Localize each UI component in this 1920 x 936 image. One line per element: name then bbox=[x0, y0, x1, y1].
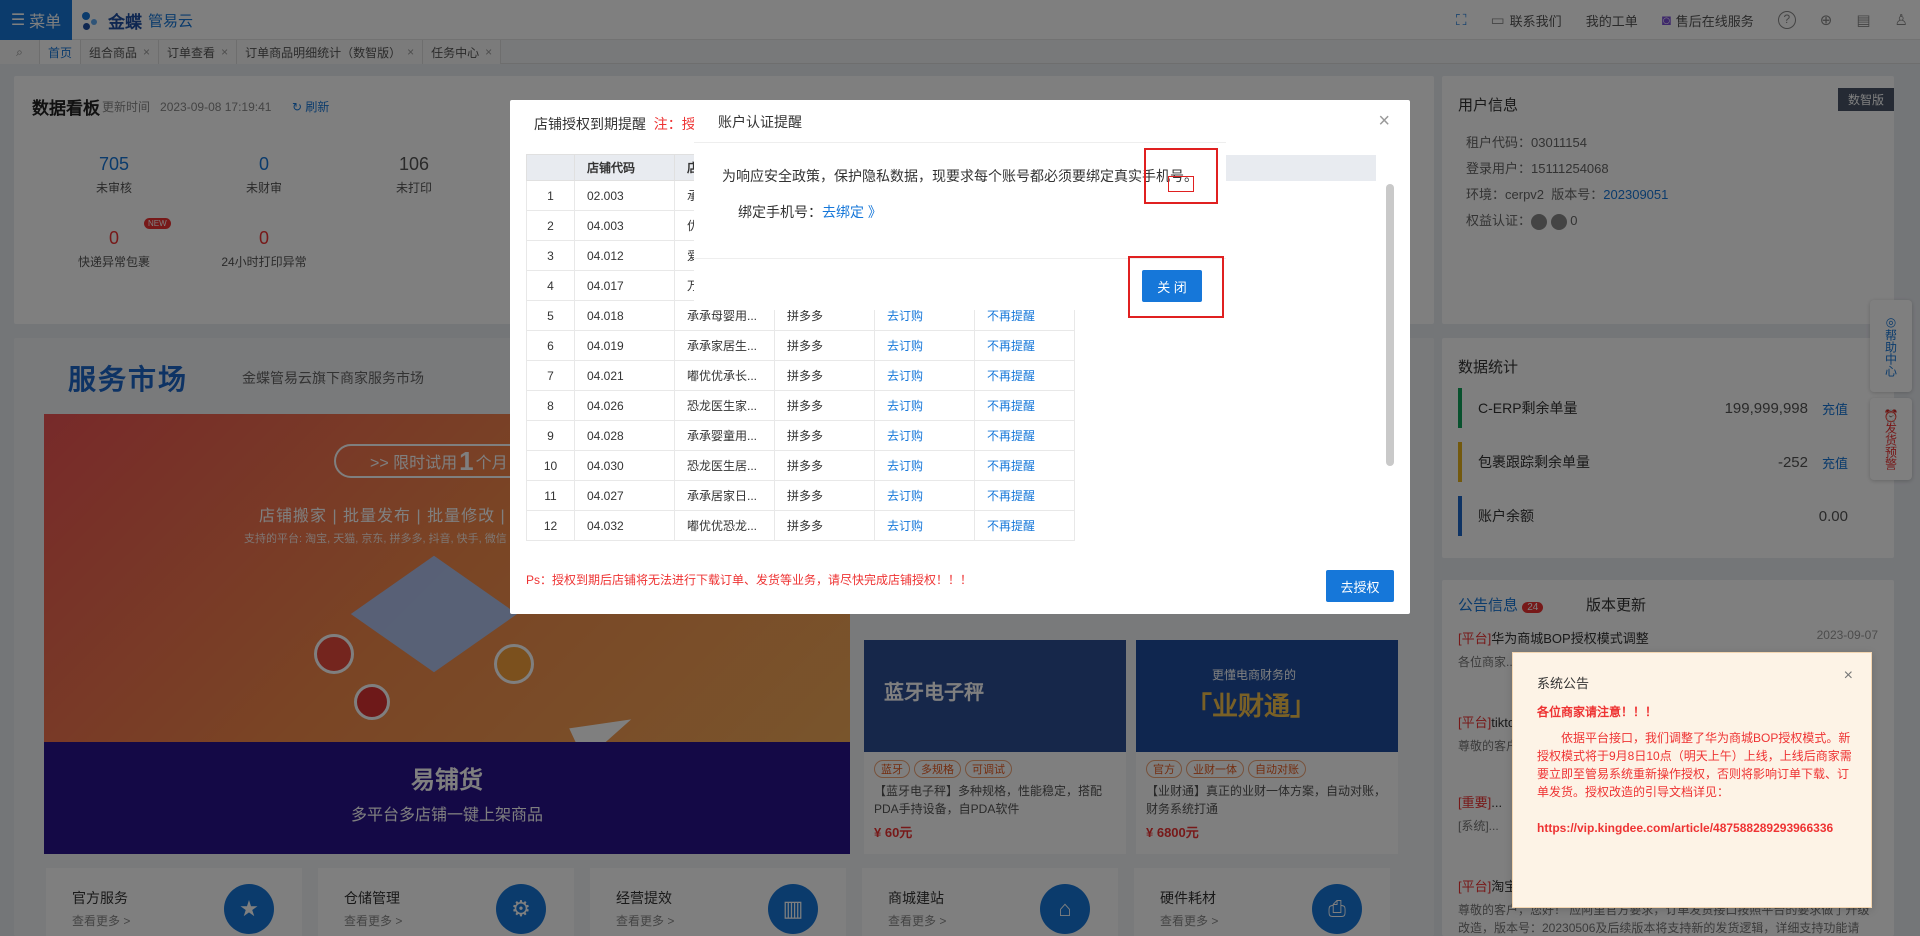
table-cell-action[interactable]: 去订购 bbox=[874, 450, 975, 481]
table-cell-name: 承承居家日... bbox=[674, 480, 775, 511]
annotation-box bbox=[1168, 176, 1194, 192]
system-notice-title: 系统公告 bbox=[1537, 676, 1590, 691]
table-cell-idx: 2 bbox=[526, 210, 575, 241]
table-row: 8 04.026 恐龙医生家... 拼多多 去订购 不再提醒 bbox=[526, 390, 1376, 421]
table-row: 7 04.021 嘟优优承长... 拼多多 去订购 不再提醒 bbox=[526, 360, 1376, 391]
table-cell-name: 承承家居生... bbox=[674, 330, 775, 361]
table-cell-skip[interactable]: 不再提醒 bbox=[974, 390, 1075, 421]
table-cell-platform: 拼多多 bbox=[774, 510, 875, 541]
table-row: 12 04.032 嘟优优恐龙... 拼多多 去订购 不再提醒 bbox=[526, 510, 1376, 541]
table-cell-code: 04.019 bbox=[574, 330, 675, 361]
system-notice-link[interactable]: https://vip.kingdee.com/article/48758828… bbox=[1537, 821, 1833, 835]
annotation-box bbox=[1128, 256, 1224, 318]
table-cell-platform: 拼多多 bbox=[774, 480, 875, 511]
table-cell-idx: 8 bbox=[526, 390, 575, 421]
table-cell-skip[interactable]: 不再提醒 bbox=[974, 330, 1075, 361]
table-cell-platform: 拼多多 bbox=[774, 450, 875, 481]
table-cell-idx: 11 bbox=[526, 480, 575, 511]
table-cell-skip[interactable]: 不再提醒 bbox=[974, 450, 1075, 481]
table-cell-idx: 6 bbox=[526, 330, 575, 361]
table-cell-action[interactable]: 去订购 bbox=[874, 510, 975, 541]
table-cell-action[interactable]: 去订购 bbox=[874, 420, 975, 451]
go-authorize-button[interactable]: 去授权 bbox=[1326, 570, 1394, 602]
close-icon[interactable]: × bbox=[1378, 110, 1390, 133]
table-cell-code: 04.017 bbox=[574, 270, 675, 301]
table-cell-name: 恐龙医生居... bbox=[674, 450, 775, 481]
bind-phone-row: 绑定手机号：去绑定 》 bbox=[738, 204, 882, 220]
system-notice-popup: 系统公告 × 各位商家请注意！！！ 依据平台接口，我们调整了华为商城BOP授权模… bbox=[1512, 652, 1872, 908]
table-cell-idx: 7 bbox=[526, 360, 575, 391]
table-row: 11 04.027 承承居家日... 拼多多 去订购 不再提醒 bbox=[526, 480, 1376, 511]
table-cell-platform: 拼多多 bbox=[774, 360, 875, 391]
table-cell-idx: 1 bbox=[526, 180, 575, 211]
table-cell-code: 04.003 bbox=[574, 210, 675, 241]
table-cell-code: 04.028 bbox=[574, 420, 675, 451]
table-cell-skip[interactable]: 不再提醒 bbox=[974, 360, 1075, 391]
table-cell-platform: 拼多多 bbox=[774, 330, 875, 361]
table-cell-idx: 12 bbox=[526, 510, 575, 541]
system-notice-subtitle: 各位商家请注意！！！ bbox=[1537, 705, 1658, 719]
dialog-title: 店铺授权到期提醒 注：授... bbox=[534, 116, 708, 132]
table-cell-name: 恐龙医生家... bbox=[674, 390, 775, 421]
bind-phone-link[interactable]: 去绑定 》 bbox=[822, 204, 882, 220]
table-cell-idx: 5 bbox=[526, 300, 575, 331]
table-row: 9 04.028 承承婴童用... 拼多多 去订购 不再提醒 bbox=[526, 420, 1376, 451]
table-cell-code: 02.003 bbox=[574, 180, 675, 211]
table-row: 10 04.030 恐龙医生居... 拼多多 去订购 不再提醒 bbox=[526, 450, 1376, 481]
table-cell-idx: 10 bbox=[526, 450, 575, 481]
table-cell-action[interactable]: 去订购 bbox=[874, 330, 975, 361]
dialog-title: 账户认证提醒 bbox=[718, 114, 802, 130]
auth-message: 为响应安全政策，保护隐私数据，现要求每个账号都必须要绑定真实手机号。 bbox=[722, 168, 1198, 184]
close-icon[interactable]: × bbox=[1844, 667, 1853, 685]
table-cell-skip[interactable]: 不再提醒 bbox=[974, 420, 1075, 451]
table-cell-idx: 9 bbox=[526, 420, 575, 451]
table-cell-skip[interactable]: 不再提醒 bbox=[974, 480, 1075, 511]
dialog-footer-note: Ps：授权到期后店铺将无法进行下载订单、发货等业务，请尽快完成店铺授权！！！ bbox=[526, 573, 973, 587]
table-cell-code: 04.027 bbox=[574, 480, 675, 511]
table-cell-name: 承承婴童用... bbox=[674, 420, 775, 451]
table-cell-code: 04.021 bbox=[574, 360, 675, 391]
table-cell-code: 04.030 bbox=[574, 450, 675, 481]
table-cell-idx: 4 bbox=[526, 270, 575, 301]
table-cell-code: 04.032 bbox=[574, 510, 675, 541]
table-scrollbar[interactable] bbox=[1386, 184, 1394, 466]
table-cell-code: 04.018 bbox=[574, 300, 675, 331]
table-cell-platform: 拼多多 bbox=[774, 390, 875, 421]
table-cell-skip[interactable]: 不再提醒 bbox=[974, 510, 1075, 541]
table-cell-name: 嘟优优恐龙... bbox=[674, 510, 775, 541]
table-cell-idx: 3 bbox=[526, 240, 575, 271]
table-cell-action[interactable]: 去订购 bbox=[874, 390, 975, 421]
table-cell-code: 04.012 bbox=[574, 240, 675, 271]
table-cell-action[interactable]: 去订购 bbox=[874, 480, 975, 511]
table-cell-action[interactable]: 去订购 bbox=[874, 360, 975, 391]
system-notice-body: 依据平台接口，我们调整了华为商城BOP授权模式。新授权模式将于9月8日10点（明… bbox=[1537, 731, 1852, 799]
table-cell-platform: 拼多多 bbox=[774, 420, 875, 451]
table-cell-name: 嘟优优承长... bbox=[674, 360, 775, 391]
table-cell-code: 04.026 bbox=[574, 390, 675, 421]
table-row: 6 04.019 承承家居生... 拼多多 去订购 不再提醒 bbox=[526, 330, 1376, 361]
